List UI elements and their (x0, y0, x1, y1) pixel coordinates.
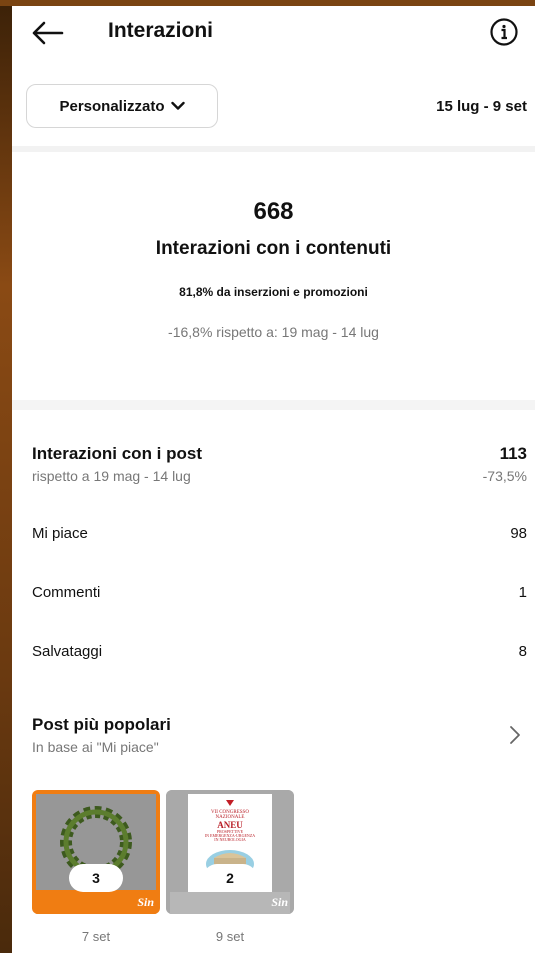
post-interactions-value: 113 (499, 444, 527, 463)
poster-line: IN NEUROLOGIA (214, 837, 246, 843)
metric-label: Commenti (32, 584, 101, 601)
info-button[interactable] (489, 17, 519, 47)
post-thumbnail-1[interactable]: 3 Sin (32, 790, 160, 914)
post-interactions-title: Interazioni con i post (32, 444, 203, 463)
post-brand-logo: Sin (137, 895, 154, 909)
metric-value: 98 (510, 525, 527, 542)
metric-label: Salvataggi (32, 643, 103, 660)
divider (12, 400, 535, 410)
date-filter-dropdown[interactable]: Personalizzato (26, 84, 218, 128)
post-date: 9 set (215, 929, 245, 944)
poster-text: VII CONGRESSO NAZIONALE ANEU PROSPETTIVE… (190, 810, 270, 843)
arrow-left-icon (32, 21, 64, 45)
metric-label: Mi piace (32, 525, 88, 542)
back-button[interactable] (30, 18, 66, 48)
chevron-down-icon (170, 101, 185, 110)
summary-section: 668 Interazioni con i contenuti 81,8% da… (12, 152, 535, 400)
popular-posts-subtitle: In base ai "Mi piace" (32, 739, 159, 755)
ads-share-text: 81,8% da inserzioni e promozioni (179, 285, 368, 299)
metric-row-saves: Salvataggi 8 (32, 643, 527, 660)
post-interactions-change: -73,5% (482, 468, 527, 484)
background-edge-left (0, 0, 12, 953)
date-range: 15 lug - 9 set (436, 98, 527, 115)
post-like-count: 2 (203, 864, 257, 892)
metric-row-likes: Mi piace 98 (32, 525, 527, 542)
date-filter-label: Personalizzato (59, 97, 165, 115)
total-interactions-value: 668 (253, 198, 294, 225)
popular-posts-title[interactable]: Post più popolari (32, 715, 171, 735)
post-brand-logo: Sin (271, 895, 288, 909)
post-interactions-subtitle: rispetto a 19 mag - 14 lug (32, 468, 191, 484)
post-date: 7 set (81, 929, 111, 944)
total-interactions-label: Interazioni con i contenuti (155, 238, 392, 259)
comparison-text: -16,8% rispetto a: 19 mag - 14 lug (168, 324, 379, 340)
post-thumbnail-2[interactable]: VII CONGRESSO NAZIONALE ANEU PROSPETTIVE… (166, 790, 294, 914)
popular-posts-more-button[interactable] (508, 724, 522, 746)
top-bar: Interazioni (12, 6, 535, 62)
info-icon (490, 18, 518, 46)
post-like-count: 3 (69, 864, 123, 892)
metric-value: 1 (518, 584, 527, 601)
metric-value: 8 (518, 643, 527, 660)
insights-screen: Interazioni Personalizzato 15 lug - 9 se… (12, 6, 535, 953)
metric-row-comments: Commenti 1 (32, 584, 527, 601)
page-title: Interazioni (108, 19, 214, 42)
chevron-right-icon (510, 726, 520, 744)
